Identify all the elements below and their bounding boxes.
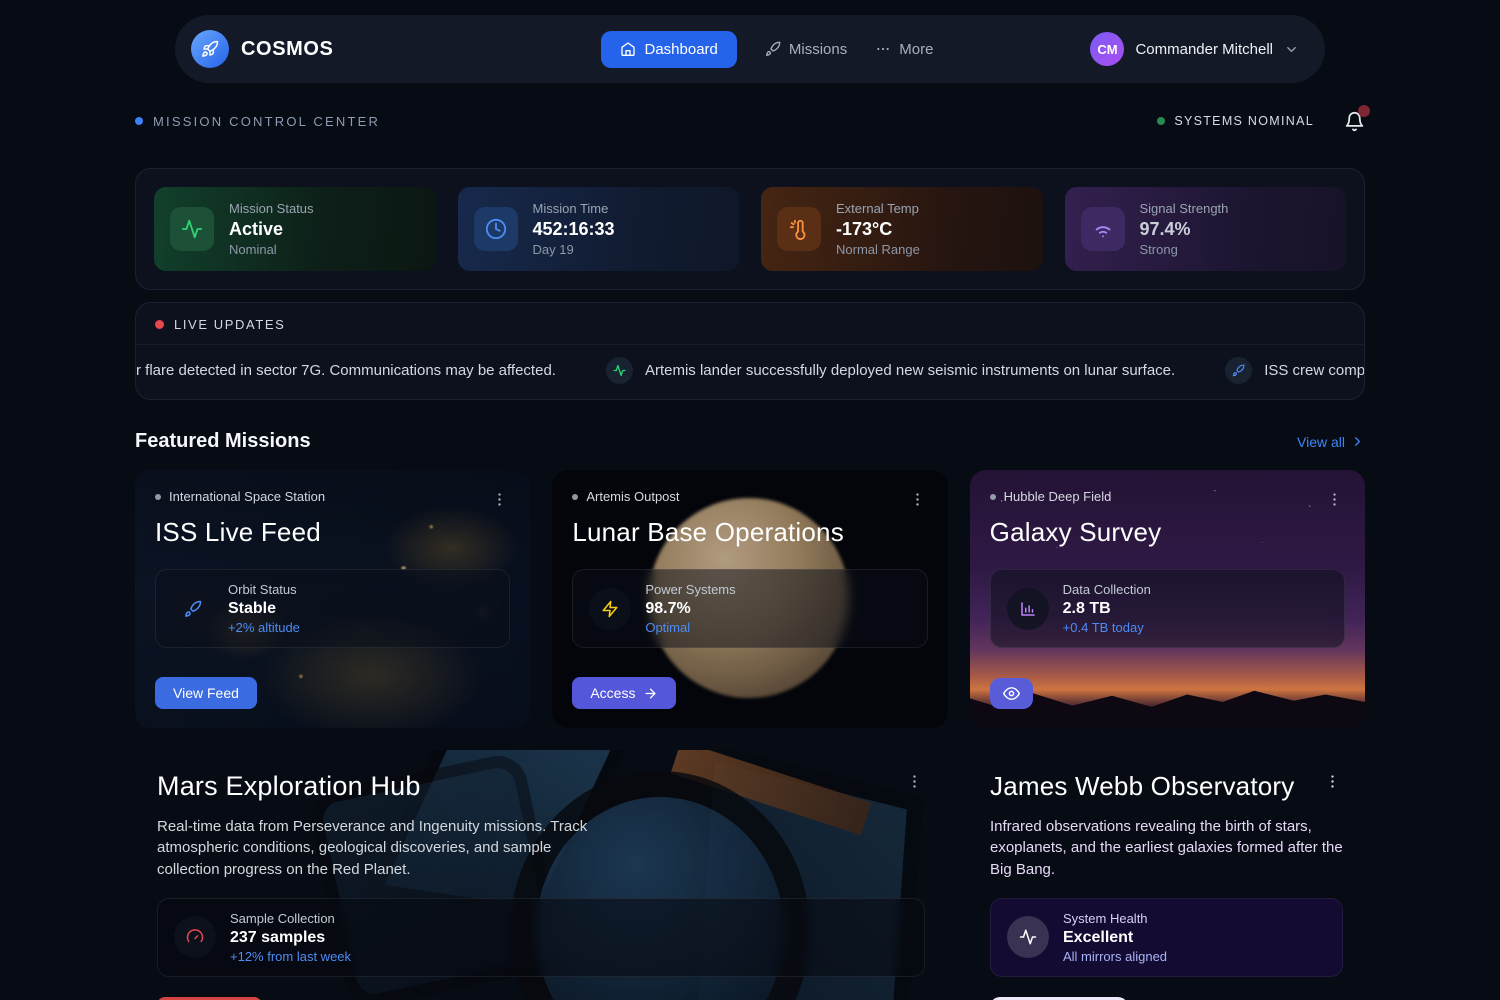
nav-tab-dashboard[interactable]: Dashboard (601, 31, 737, 68)
mission-card-lunar: Artemis Outpost Lunar Base Operations Po… (552, 470, 947, 728)
section-title: Featured Missions (135, 430, 311, 453)
stat-card-mission-status: Mission Status Active Nominal (154, 187, 436, 271)
ellipsis-icon (875, 41, 891, 57)
card-title: James Webb Observatory (990, 771, 1294, 802)
user-menu[interactable]: CM Commander Mitchell (1090, 32, 1299, 66)
mission-tag: Hubble Deep Field (990, 489, 1112, 504)
featured-missions-header: Featured Missions View all (135, 430, 1365, 453)
news-ticker: Solar flare detected in sector 7G. Commu… (136, 345, 1364, 399)
stats-panel: Mission Status Active Nominal Mission Ti… (135, 168, 1365, 290)
stat-card-mission-time: Mission Time 452:16:33 Day 19 (458, 187, 740, 271)
card-title: Mars Exploration Hub (157, 771, 421, 802)
notification-badge (1358, 105, 1370, 117)
ticker-item: ISS crew completes critical EVA repairs. (1225, 357, 1364, 384)
activity-icon (1007, 916, 1049, 958)
nav-tab-missions[interactable]: Missions (765, 41, 847, 58)
mission-tag: Artemis Outpost (572, 489, 679, 504)
tag-dot-icon (572, 494, 578, 500)
eye-icon (1003, 685, 1020, 702)
clock-icon (474, 207, 518, 251)
tag-dot-icon (990, 494, 996, 500)
access-button[interactable]: Access (572, 677, 676, 709)
view-all-link[interactable]: View all (1297, 434, 1365, 450)
live-updates-panel: LIVE UPDATES Solar flare detected in sec… (135, 302, 1365, 400)
card-james-webb-observatory: James Webb Observatory Infrared observat… (968, 750, 1365, 1000)
nav-tab-more[interactable]: More (875, 41, 933, 58)
mission-cards-row: International Space Station ISS Live Fee… (135, 470, 1365, 728)
mission-title: Galaxy Survey (990, 517, 1345, 548)
brand-name: COSMOS (241, 38, 334, 61)
subheader: MISSION CONTROL CENTER SYSTEMS NOMINAL (135, 107, 1365, 135)
user-name: Commander Mitchell (1135, 41, 1273, 58)
rocket-icon (765, 41, 781, 57)
zap-icon (589, 588, 631, 630)
rocket-icon (172, 588, 214, 630)
cosmos-dashboard: COSMOS Dashboard Missions More CM Comman… (0, 0, 1500, 1000)
card-statbox: System Health Excellent All mirrors alig… (990, 898, 1343, 977)
mission-tag: International Space Station (155, 489, 325, 504)
mission-title: Lunar Base Operations (572, 517, 927, 548)
card-menu-button[interactable] (907, 489, 928, 510)
top-nav: COSMOS Dashboard Missions More CM Comman… (175, 15, 1325, 83)
view-feed-button[interactable]: View Feed (155, 677, 257, 709)
card-description: Real-time data from Perseverance and Ing… (157, 816, 597, 880)
systems-status: SYSTEMS NOMINAL (1157, 114, 1314, 128)
card-menu-button[interactable] (489, 489, 510, 510)
arrow-right-icon (643, 686, 658, 701)
mission-statbox: Data Collection 2.8 TB +0.4 TB today (990, 569, 1345, 648)
live-updates-header: LIVE UPDATES (136, 303, 1364, 344)
card-description: Infrared observations revealing the birt… (990, 816, 1343, 880)
home-icon (620, 41, 636, 57)
bottom-cards-row: Mars Exploration Hub Real-time data from… (135, 750, 1365, 1000)
rocket-icon (1225, 357, 1252, 384)
mission-statbox: Power Systems 98.7% Optimal (572, 569, 927, 648)
mission-card-iss: International Space Station ISS Live Fee… (135, 470, 530, 728)
chevron-right-icon (1350, 434, 1365, 449)
notifications-button[interactable] (1344, 111, 1365, 132)
green-dot-icon (1157, 117, 1165, 125)
chevron-down-icon (1284, 42, 1299, 57)
ticker-item: Solar flare detected in sector 7G. Commu… (136, 362, 556, 379)
card-menu-button[interactable] (1324, 489, 1345, 510)
nav-menu: Dashboard Missions More (601, 31, 934, 68)
card-menu-button[interactable] (1322, 771, 1343, 792)
bar-chart-icon (1007, 588, 1049, 630)
wifi-icon (1081, 207, 1125, 251)
stat-card-external-temp: External Temp -173°C Normal Range (761, 187, 1043, 271)
red-dot-icon (155, 320, 164, 329)
page-title: MISSION CONTROL CENTER (135, 114, 380, 129)
brand: COSMOS (191, 30, 334, 68)
avatar: CM (1090, 32, 1124, 66)
card-statbox: Sample Collection 237 samples +12% from … (157, 898, 925, 977)
mission-statbox: Orbit Status Stable +2% altitude (155, 569, 510, 648)
ticker-item: Artemis lander successfully deployed new… (606, 357, 1175, 384)
activity-icon (170, 207, 214, 251)
stat-card-signal-strength: Signal Strength 97.4% Strong (1065, 187, 1347, 271)
rocket-logo-icon (191, 30, 229, 68)
preview-button[interactable] (990, 678, 1033, 709)
thermometer-icon (777, 207, 821, 251)
mission-title: ISS Live Feed (155, 517, 510, 548)
gauge-icon (174, 916, 216, 958)
activity-icon (606, 357, 633, 384)
tag-dot-icon (155, 494, 161, 500)
blue-dot-icon (135, 117, 143, 125)
card-mars-exploration-hub: Mars Exploration Hub Real-time data from… (135, 750, 947, 1000)
mission-card-galaxy: Hubble Deep Field Galaxy Survey Data Col… (970, 470, 1365, 728)
card-menu-button[interactable] (904, 771, 925, 792)
